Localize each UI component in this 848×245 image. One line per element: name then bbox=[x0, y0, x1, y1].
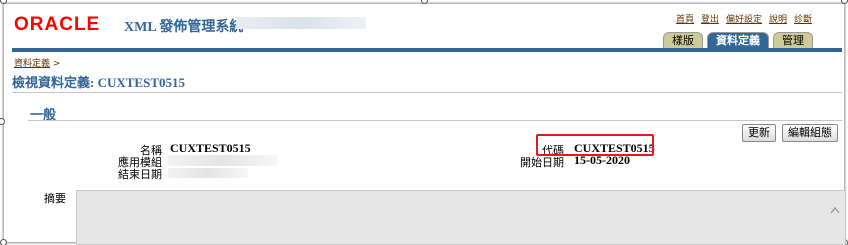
tab-administration[interactable]: 管理 bbox=[773, 32, 813, 48]
tab-templates[interactable]: 樣版 bbox=[663, 32, 703, 48]
global-link-logout[interactable]: 登出 bbox=[701, 12, 719, 25]
name-value: CUXTEST0515 bbox=[170, 141, 251, 155]
breadcrumb-separator: > bbox=[52, 59, 61, 69]
redacted-blur bbox=[168, 168, 248, 178]
tab-bar: 樣版 資料定義 管理 bbox=[663, 32, 813, 48]
start-date-value: 15-05-2020 bbox=[574, 153, 630, 167]
scroll-up-icon[interactable] bbox=[829, 199, 841, 239]
tab-underline bbox=[12, 48, 842, 52]
global-link-preferences[interactable]: 偏好設定 bbox=[726, 12, 762, 25]
breadcrumb-data-definitions-link[interactable]: 資料定義 bbox=[14, 59, 50, 69]
tab-data-definitions[interactable]: 資料定義 bbox=[707, 32, 769, 48]
section-divider bbox=[28, 120, 842, 121]
resize-handle-bottom-left[interactable] bbox=[0, 239, 7, 245]
resize-handle-top-right[interactable] bbox=[841, 0, 848, 4]
redacted-region bbox=[236, 17, 366, 29]
global-links: 首頁 登出 偏好設定 說明 診斷 bbox=[676, 12, 812, 25]
breadcrumb: 資料定義 > bbox=[14, 56, 60, 69]
start-date-label: 開始日期 bbox=[520, 156, 564, 169]
global-link-home[interactable]: 首頁 bbox=[676, 12, 694, 25]
edit-config-button[interactable]: 編輯組態 bbox=[782, 124, 838, 142]
global-link-help[interactable]: 說明 bbox=[769, 12, 787, 25]
update-button[interactable]: 更新 bbox=[742, 124, 776, 142]
oracle-logo: ORACLE bbox=[14, 14, 101, 35]
redacted-app-module bbox=[168, 155, 278, 166]
title-divider bbox=[12, 92, 842, 93]
page-title: 檢視資料定義: CUXTEST0515 bbox=[12, 75, 185, 90]
app-title: XML 發佈管理系統 bbox=[124, 20, 244, 35]
summary-textarea[interactable] bbox=[76, 190, 846, 245]
summary-label: 摘要 bbox=[44, 192, 66, 205]
global-link-diagnostics[interactable]: 診斷 bbox=[794, 12, 812, 25]
end-date-label: 結束日期 bbox=[118, 168, 162, 181]
